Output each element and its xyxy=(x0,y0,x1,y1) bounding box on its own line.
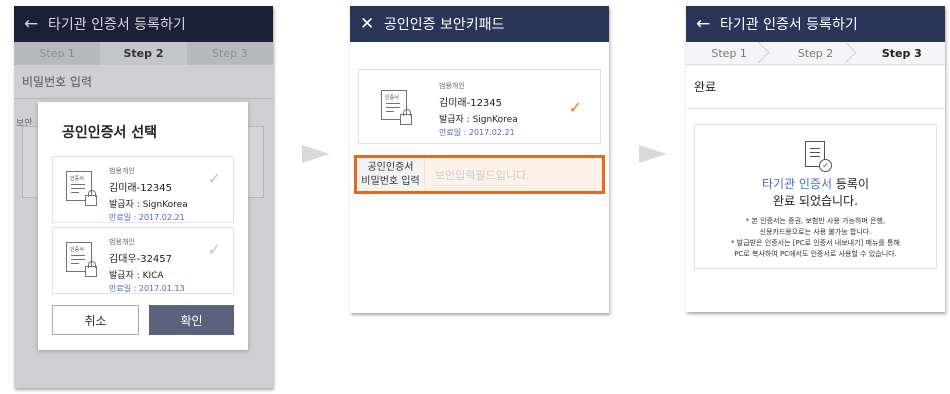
cert-type: 범용개인 xyxy=(109,167,135,175)
password-row: 공인인증서 비밀번호 입력 보안입력필드입니다. xyxy=(354,155,605,194)
app-bar: ✕ 공인인증 보안키패드 xyxy=(350,6,609,42)
cert-name: 김대우-32457 xyxy=(109,254,173,265)
section-label: 완료 xyxy=(686,65,945,109)
certificate-icon: 인증서 xyxy=(66,242,97,277)
cert-expiry: 만료일 : 2017.01.13 xyxy=(109,284,185,293)
cancel-button[interactable]: 취소 xyxy=(52,305,139,335)
step-3: Step 3 xyxy=(212,47,248,60)
note-line: * 본 인증서는 증권, 보험만 사용 가능하며 은행, xyxy=(745,217,886,225)
cert-type: 범용개인 xyxy=(109,238,135,246)
note-line: PC로 복사하여 PC에서도 인증서로 사용할 수 있습니다. xyxy=(734,250,897,258)
check-icon: ✓ xyxy=(568,98,582,117)
cert-issuer: 발급자 : SignKorea xyxy=(109,200,188,210)
cert-item[interactable]: 인증서 범용개인 김미래-12345 발급자 : SignKorea 만료일 :… xyxy=(52,156,234,223)
screen-security-keypad: ✕ 공인인증 보안키패드 인증서 범용개인 김미래-12345 발급자 : Si… xyxy=(350,6,609,313)
page-title: 타기관 인증서 등록하기 xyxy=(720,17,858,33)
completion-message: 타기관 인증서 등록이 xyxy=(695,175,936,192)
close-icon[interactable]: ✕ xyxy=(360,14,384,34)
note-line: 신용카드용으로는 사용 불가능 합니다. xyxy=(759,228,872,236)
check-icon: ✓ xyxy=(207,169,221,188)
back-arrow-icon[interactable]: ← xyxy=(696,14,720,34)
cert-issuer: 발급자 : SignKorea xyxy=(439,115,518,125)
confirm-button[interactable]: 확인 xyxy=(149,305,234,335)
cert-expiry: 만료일 : 2017.02.21 xyxy=(109,213,185,222)
step-2: Step 2 xyxy=(772,42,858,64)
step-1: Step 1 xyxy=(39,47,75,60)
cert-name: 김미래-12345 xyxy=(439,98,503,109)
cert-icon-label: 인증서 xyxy=(70,176,84,182)
page-title: 공인인증 보안키패드 xyxy=(384,17,505,33)
document-check-icon: ✓ xyxy=(805,141,832,172)
dialog-buttons: 취소 확인 xyxy=(52,305,234,335)
app-bar: ← 타기관 인증서 등록하기 xyxy=(14,6,273,42)
dialog-title: 공인인증서 선택 xyxy=(62,125,158,141)
check-icon: ✓ xyxy=(207,240,221,259)
completion-message-box: ✓ 타기관 인증서 등록이 완료 되었습니다. * 본 인증서는 증권, 보험만… xyxy=(694,124,937,269)
lock-icon xyxy=(400,109,412,125)
password-label: 공인인증서 비밀번호 입력 xyxy=(357,158,425,191)
cert-select-dialog: 공인인증서 선택 인증서 범용개인 김미래-12345 발급자 : SignKo… xyxy=(38,102,248,350)
password-label-line1: 공인인증서 xyxy=(367,161,414,173)
cert-icon-label: 인증서 xyxy=(385,95,399,101)
section-label: 비밀번호 입력 xyxy=(14,65,273,99)
app-bar: ← 타기관 인증서 등록하기 xyxy=(686,6,945,42)
step-indicator: Step 1 Step 2 Step 3 xyxy=(14,42,273,65)
completion-message-line2: 완료 되었습니다. xyxy=(773,194,858,208)
cert-expiry: 만료일 : 2017.02.21 xyxy=(439,128,515,137)
screen-cert-select: ← 타기관 인증서 등록하기 Step 1 Step 2 Step 3 비밀번호… xyxy=(14,6,273,388)
screen-complete: ← 타기관 인증서 등록하기 Step 1 Step 2 Step 3 완료 ✓… xyxy=(686,6,945,312)
lock-icon xyxy=(85,261,97,277)
cert-name: 김미래-12345 xyxy=(109,183,173,194)
page-title: 타기관 인증서 등록하기 xyxy=(48,17,186,33)
selected-cert: 인증서 범용개인 김미래-12345 발급자 : SignKorea 만료일 :… xyxy=(358,69,601,144)
certificate-icon: 인증서 xyxy=(66,171,97,206)
password-input[interactable]: 보안입력필드입니다. xyxy=(425,158,602,191)
completion-highlight: 타기관 인증서 xyxy=(762,177,833,191)
lock-icon xyxy=(85,190,97,206)
notes: * 본 인증서는 증권, 보험만 사용 가능하며 은행, 신용카드용으로는 사용… xyxy=(701,216,930,260)
password-label-line2: 비밀번호 입력 xyxy=(361,175,420,187)
step-1: Step 1 xyxy=(686,42,772,64)
certificate-icon: 인증서 xyxy=(381,90,412,125)
cert-item[interactable]: 인증서 범용개인 김대우-32457 발급자 : KICA 만료일 : 2017… xyxy=(52,227,234,294)
cert-icon-label: 인증서 xyxy=(70,247,84,253)
completion-rest: 등록이 xyxy=(832,177,869,191)
cert-issuer: 발급자 : KICA xyxy=(109,271,164,281)
flow-arrow-icon xyxy=(302,145,330,163)
step-2: Step 2 xyxy=(100,42,187,65)
note-line: * 발급받은 인증서는 [PC로 인증서 내보내기] 메뉴를 통해 xyxy=(731,239,900,247)
flow-arrow-icon xyxy=(639,145,667,163)
step-indicator: Step 1 Step 2 Step 3 xyxy=(686,42,945,65)
step-3: Step 3 xyxy=(881,46,922,60)
cert-type: 범용개인 xyxy=(439,82,465,90)
back-arrow-icon[interactable]: ← xyxy=(24,14,48,34)
